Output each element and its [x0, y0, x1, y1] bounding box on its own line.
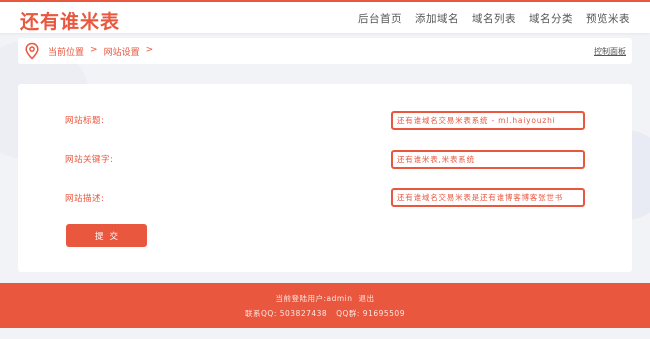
footer-contact-line: 联系QQ: 503827438 QQ群: 91695509 [0, 308, 650, 319]
footer-login-line: 当前登陆用户:admin 退出 [0, 293, 650, 304]
footer: 当前登陆用户:admin 退出 联系QQ: 503827438 QQ群: 9169… [0, 283, 650, 328]
nav-item-domain-list[interactable]: 域名列表 [472, 11, 516, 26]
qq-group-text: QQ群: 91695509 [336, 309, 405, 318]
nav-item-dashboard[interactable]: 后台首页 [358, 11, 402, 26]
nav-item-add-domain[interactable]: 添加域名 [415, 11, 459, 26]
nav-item-preview[interactable]: 预览米表 [586, 11, 630, 26]
breadcrumb-current-location[interactable]: 当前位置 [48, 45, 84, 58]
control-panel-link[interactable]: 控制面板 [594, 46, 626, 57]
chevron-right-icon: > [145, 45, 154, 55]
main-nav: 后台首页 添加域名 域名列表 域名分类 预览米表 [358, 11, 630, 26]
top-navbar: 还有谁米表 后台首页 添加域名 域名列表 域名分类 预览米表 [0, 0, 650, 33]
settings-form: 网站标题: 网站关键字: 网站描述: 提交 [18, 84, 632, 272]
nav-item-domain-category[interactable]: 域名分类 [529, 11, 573, 26]
chevron-right-icon: > [90, 45, 98, 55]
site-title-label: 网站标题: [65, 116, 105, 126]
breadcrumb-page[interactable]: 网站设置 [104, 45, 140, 58]
site-logo[interactable]: 还有谁米表 [20, 7, 120, 33]
site-keywords-input[interactable] [391, 150, 585, 169]
breadcrumb: 当前位置 > 网站设置 > 控制面板 [18, 38, 632, 64]
contact-qq-text: 联系QQ: 503827438 [245, 309, 328, 318]
site-title-input[interactable] [391, 111, 585, 130]
logout-link[interactable]: 退出 [359, 294, 375, 303]
site-description-label: 网站描述: [65, 194, 105, 204]
map-pin-icon [25, 42, 39, 60]
site-description-input[interactable] [391, 188, 585, 207]
site-keywords-label: 网站关键字: [65, 155, 114, 165]
login-user-text: 当前登陆用户:admin [275, 294, 353, 303]
submit-button[interactable]: 提交 [66, 224, 147, 247]
breadcrumb-trail: 当前位置 > 网站设置 > [48, 45, 153, 58]
